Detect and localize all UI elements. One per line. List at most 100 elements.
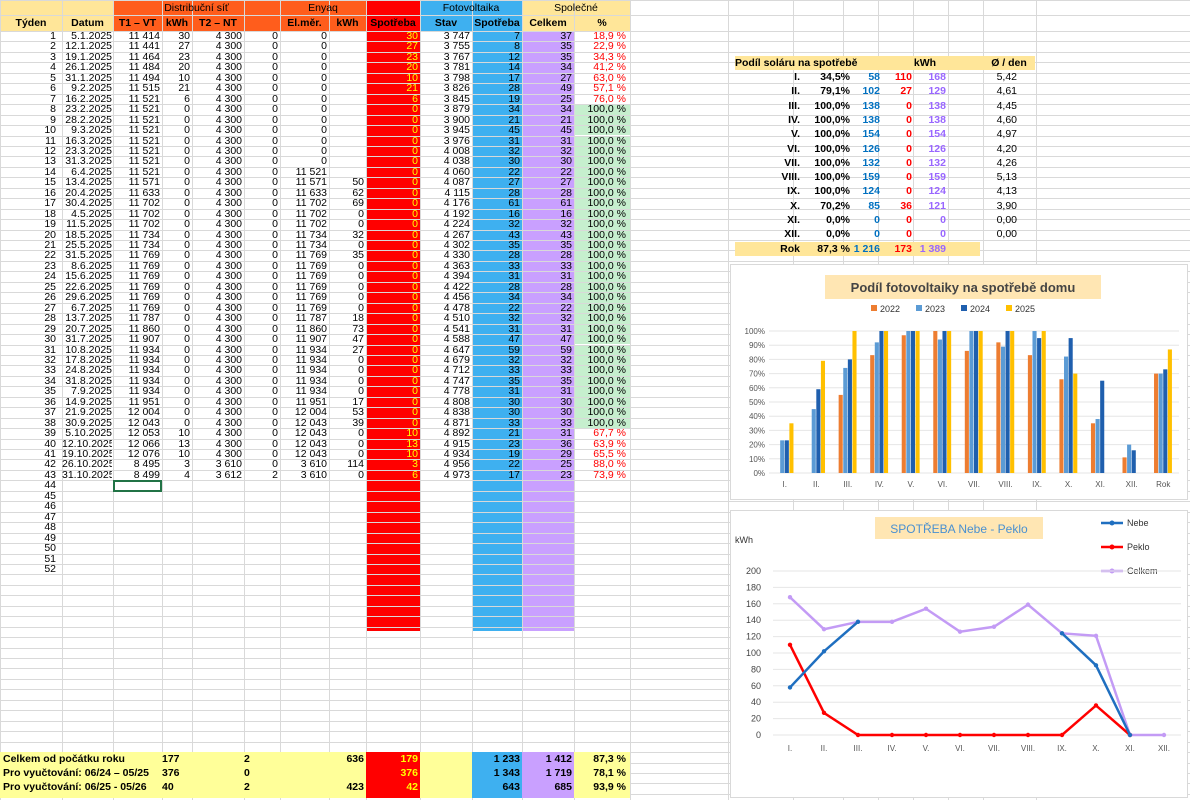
table-cell[interactable]: 28 bbox=[522, 188, 572, 199]
table-cell[interactable]: 3 767 bbox=[420, 52, 470, 63]
table-cell[interactable]: 0 bbox=[162, 167, 190, 178]
table-cell[interactable]: 33 bbox=[0, 365, 56, 376]
solar-cell[interactable]: 0 bbox=[880, 115, 912, 126]
table-cell[interactable]: 33 bbox=[472, 261, 520, 272]
solar-cell[interactable]: 0,00 bbox=[955, 229, 1017, 240]
table-cell[interactable]: 3 845 bbox=[420, 94, 470, 105]
table-cell[interactable]: 43 bbox=[522, 230, 572, 241]
table-cell[interactable]: 0 bbox=[366, 386, 418, 397]
table-cell[interactable]: 0 bbox=[162, 282, 190, 293]
table-cell[interactable]: 11.5.2025 bbox=[62, 219, 112, 230]
table-cell[interactable]: 47 bbox=[329, 334, 364, 345]
table-cell[interactable]: 0 bbox=[244, 282, 278, 293]
table-cell[interactable]: 11 521 bbox=[113, 125, 160, 136]
solar-cell[interactable]: II. bbox=[735, 86, 800, 97]
table-cell[interactable]: 0 bbox=[244, 459, 278, 470]
table-cell[interactable]: 0 bbox=[366, 240, 418, 251]
table-cell[interactable]: 47 bbox=[522, 334, 572, 345]
table-cell[interactable]: 4 300 bbox=[192, 282, 242, 293]
table-cell[interactable]: 30 bbox=[0, 334, 56, 345]
table-cell[interactable]: 0 bbox=[162, 292, 190, 303]
table-cell[interactable]: 100,0 % bbox=[574, 407, 626, 418]
table-cell[interactable]: 4 363 bbox=[420, 261, 470, 272]
table-cell[interactable]: 0 bbox=[366, 334, 418, 345]
solar-cell[interactable]: 4,45 bbox=[955, 101, 1017, 112]
table-cell[interactable]: 21 bbox=[472, 428, 520, 439]
table-cell[interactable]: 11 734 bbox=[280, 240, 327, 251]
footer-fspot[interactable]: 1 233 bbox=[472, 754, 520, 765]
table-cell[interactable]: 4 300 bbox=[192, 407, 242, 418]
table-cell[interactable]: 50 bbox=[329, 177, 364, 188]
table-cell[interactable]: 0 bbox=[162, 334, 190, 345]
table-cell[interactable]: 59 bbox=[522, 345, 572, 356]
table-cell[interactable]: 4 300 bbox=[192, 198, 242, 209]
table-cell[interactable]: 0 bbox=[366, 188, 418, 199]
table-cell[interactable]: 100,0 % bbox=[574, 167, 626, 178]
solar-cell[interactable]: 0 bbox=[880, 172, 912, 183]
table-cell[interactable]: 0 bbox=[244, 125, 278, 136]
solar-cell[interactable]: 100,0% bbox=[800, 144, 850, 155]
table-cell[interactable]: 32 bbox=[472, 313, 520, 324]
solar-cell[interactable]: 124 bbox=[912, 186, 946, 197]
solar-cell[interactable]: XI. bbox=[735, 215, 800, 226]
table-cell[interactable]: 0 bbox=[366, 365, 418, 376]
table-cell[interactable]: 11 934 bbox=[280, 345, 327, 356]
table-cell[interactable]: 35 bbox=[522, 240, 572, 251]
solar-cell[interactable]: 168 bbox=[912, 72, 946, 83]
distrib-group-label[interactable]: Distribuční síť bbox=[113, 3, 280, 14]
table-cell[interactable]: 100,0 % bbox=[574, 115, 626, 126]
table-cell[interactable]: 4 300 bbox=[192, 334, 242, 345]
table-cell[interactable]: 27 bbox=[522, 177, 572, 188]
spolecne-group-label[interactable]: Společné bbox=[522, 3, 630, 14]
table-cell[interactable]: 8 499 bbox=[113, 470, 160, 481]
table-cell[interactable]: 0 bbox=[162, 407, 190, 418]
table-cell[interactable]: 12.10.2025 bbox=[62, 439, 112, 450]
table-cell[interactable]: 13 bbox=[162, 439, 190, 450]
table-cell[interactable]: 12 004 bbox=[113, 407, 160, 418]
table-cell[interactable]: 0 bbox=[280, 136, 327, 147]
table-cell[interactable]: 0 bbox=[244, 167, 278, 178]
table-cell[interactable]: 40 bbox=[0, 439, 56, 450]
table-cell[interactable]: 17.8.2025 bbox=[62, 355, 112, 366]
table-cell[interactable]: 12 066 bbox=[113, 439, 160, 450]
table-cell[interactable]: 21 bbox=[522, 115, 572, 126]
table-cell[interactable]: 0 bbox=[162, 177, 190, 188]
table-cell[interactable]: 28.2.2025 bbox=[62, 115, 112, 126]
table-cell[interactable]: 0 bbox=[162, 230, 190, 241]
table-cell[interactable]: 0 bbox=[366, 355, 418, 366]
table-cell[interactable]: 34 bbox=[472, 292, 520, 303]
table-cell[interactable]: 3 826 bbox=[420, 83, 470, 94]
table-cell[interactable]: 32 bbox=[0, 355, 56, 366]
table-cell[interactable]: 4 394 bbox=[420, 271, 470, 282]
table-cell[interactable]: 4 300 bbox=[192, 156, 242, 167]
table-cell[interactable]: 100,0 % bbox=[574, 271, 626, 282]
spreadsheet[interactable]: Distribuční síť Enyaq Fotovoltaika Společné… bbox=[0, 0, 1190, 800]
table-cell[interactable]: 14.9.2025 bbox=[62, 397, 112, 408]
table-cell[interactable]: 4 008 bbox=[420, 146, 470, 157]
table-cell[interactable]: 67,7 % bbox=[574, 428, 626, 439]
table-cell[interactable]: 16.2.2025 bbox=[62, 94, 112, 105]
table-cell[interactable]: 73,9 % bbox=[574, 470, 626, 481]
table-cell[interactable]: 0 bbox=[366, 115, 418, 126]
table-cell[interactable]: 11 494 bbox=[113, 73, 160, 84]
table-cell[interactable]: 1 bbox=[0, 31, 56, 42]
table-cell[interactable]: 100,0 % bbox=[574, 125, 626, 136]
table-cell[interactable]: 21 bbox=[162, 83, 190, 94]
table-cell[interactable]: 27 bbox=[0, 303, 56, 314]
table-cell[interactable]: 13.4.2025 bbox=[62, 177, 112, 188]
table-cell[interactable]: 0 bbox=[162, 418, 190, 429]
table-cell[interactable]: 4 300 bbox=[192, 62, 242, 73]
table-cell[interactable]: 6.4.2025 bbox=[62, 167, 112, 178]
table-cell[interactable]: 0 bbox=[244, 261, 278, 272]
table-cell[interactable]: 11 702 bbox=[113, 198, 160, 209]
table-cell[interactable]: 31 bbox=[522, 324, 572, 335]
table-cell[interactable]: 0 bbox=[162, 376, 190, 387]
table-cell[interactable]: 73 bbox=[329, 324, 364, 335]
table-cell[interactable]: 0 bbox=[244, 146, 278, 157]
table-cell[interactable]: 11 769 bbox=[113, 303, 160, 314]
table-cell[interactable]: 11 521 bbox=[113, 156, 160, 167]
table-cell[interactable]: 12 004 bbox=[280, 407, 327, 418]
solar-cell[interactable]: 129 bbox=[912, 86, 946, 97]
solar-cell[interactable]: 132 bbox=[850, 158, 880, 169]
table-cell[interactable]: 62 bbox=[329, 188, 364, 199]
